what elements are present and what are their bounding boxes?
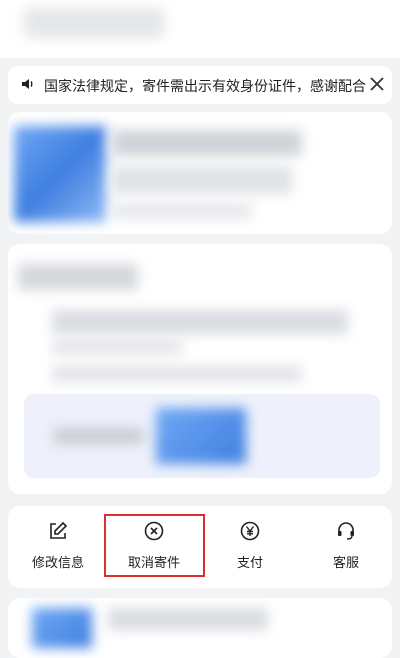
notice-text: 国家法律规定，寄件需出示有效身份证件，感谢配合 — [44, 78, 366, 94]
blurred-content — [52, 340, 182, 354]
blurred-content — [54, 428, 144, 444]
blurred-content — [18, 264, 138, 290]
blurred-content — [52, 366, 302, 382]
bottom-card — [8, 598, 392, 658]
yen-icon — [240, 521, 260, 541]
blurred-content — [112, 166, 292, 194]
close-icon[interactable] — [366, 73, 388, 95]
customer-service-button[interactable]: 客服 — [306, 520, 386, 571]
blurred-content — [108, 608, 268, 630]
blurred-image — [14, 126, 106, 222]
pay-button[interactable]: 支付 — [210, 520, 290, 571]
highlight-box — [104, 514, 205, 577]
notice-banner: 国家法律规定，寄件需出示有效身份证件，感谢配合 — [8, 66, 392, 104]
blurred-image — [32, 608, 92, 648]
top-header — [0, 0, 400, 58]
pickup-code-card — [8, 244, 392, 494]
headset-icon — [338, 522, 354, 540]
pay-label: 支付 — [236, 555, 263, 570]
pickup-code-panel — [24, 394, 380, 478]
edit-info-label: 修改信息 — [31, 555, 84, 570]
blurred-content — [112, 130, 302, 156]
blurred-content — [112, 204, 252, 218]
blurred-content — [52, 310, 348, 334]
speaker-icon — [22, 79, 33, 89]
edit-info-button[interactable]: 修改信息 — [18, 520, 98, 571]
blurred-title — [24, 8, 164, 38]
shipment-info-card — [8, 112, 392, 234]
blurred-image — [156, 408, 246, 464]
customer-service-label: 客服 — [332, 555, 359, 570]
edit-icon — [50, 521, 68, 539]
